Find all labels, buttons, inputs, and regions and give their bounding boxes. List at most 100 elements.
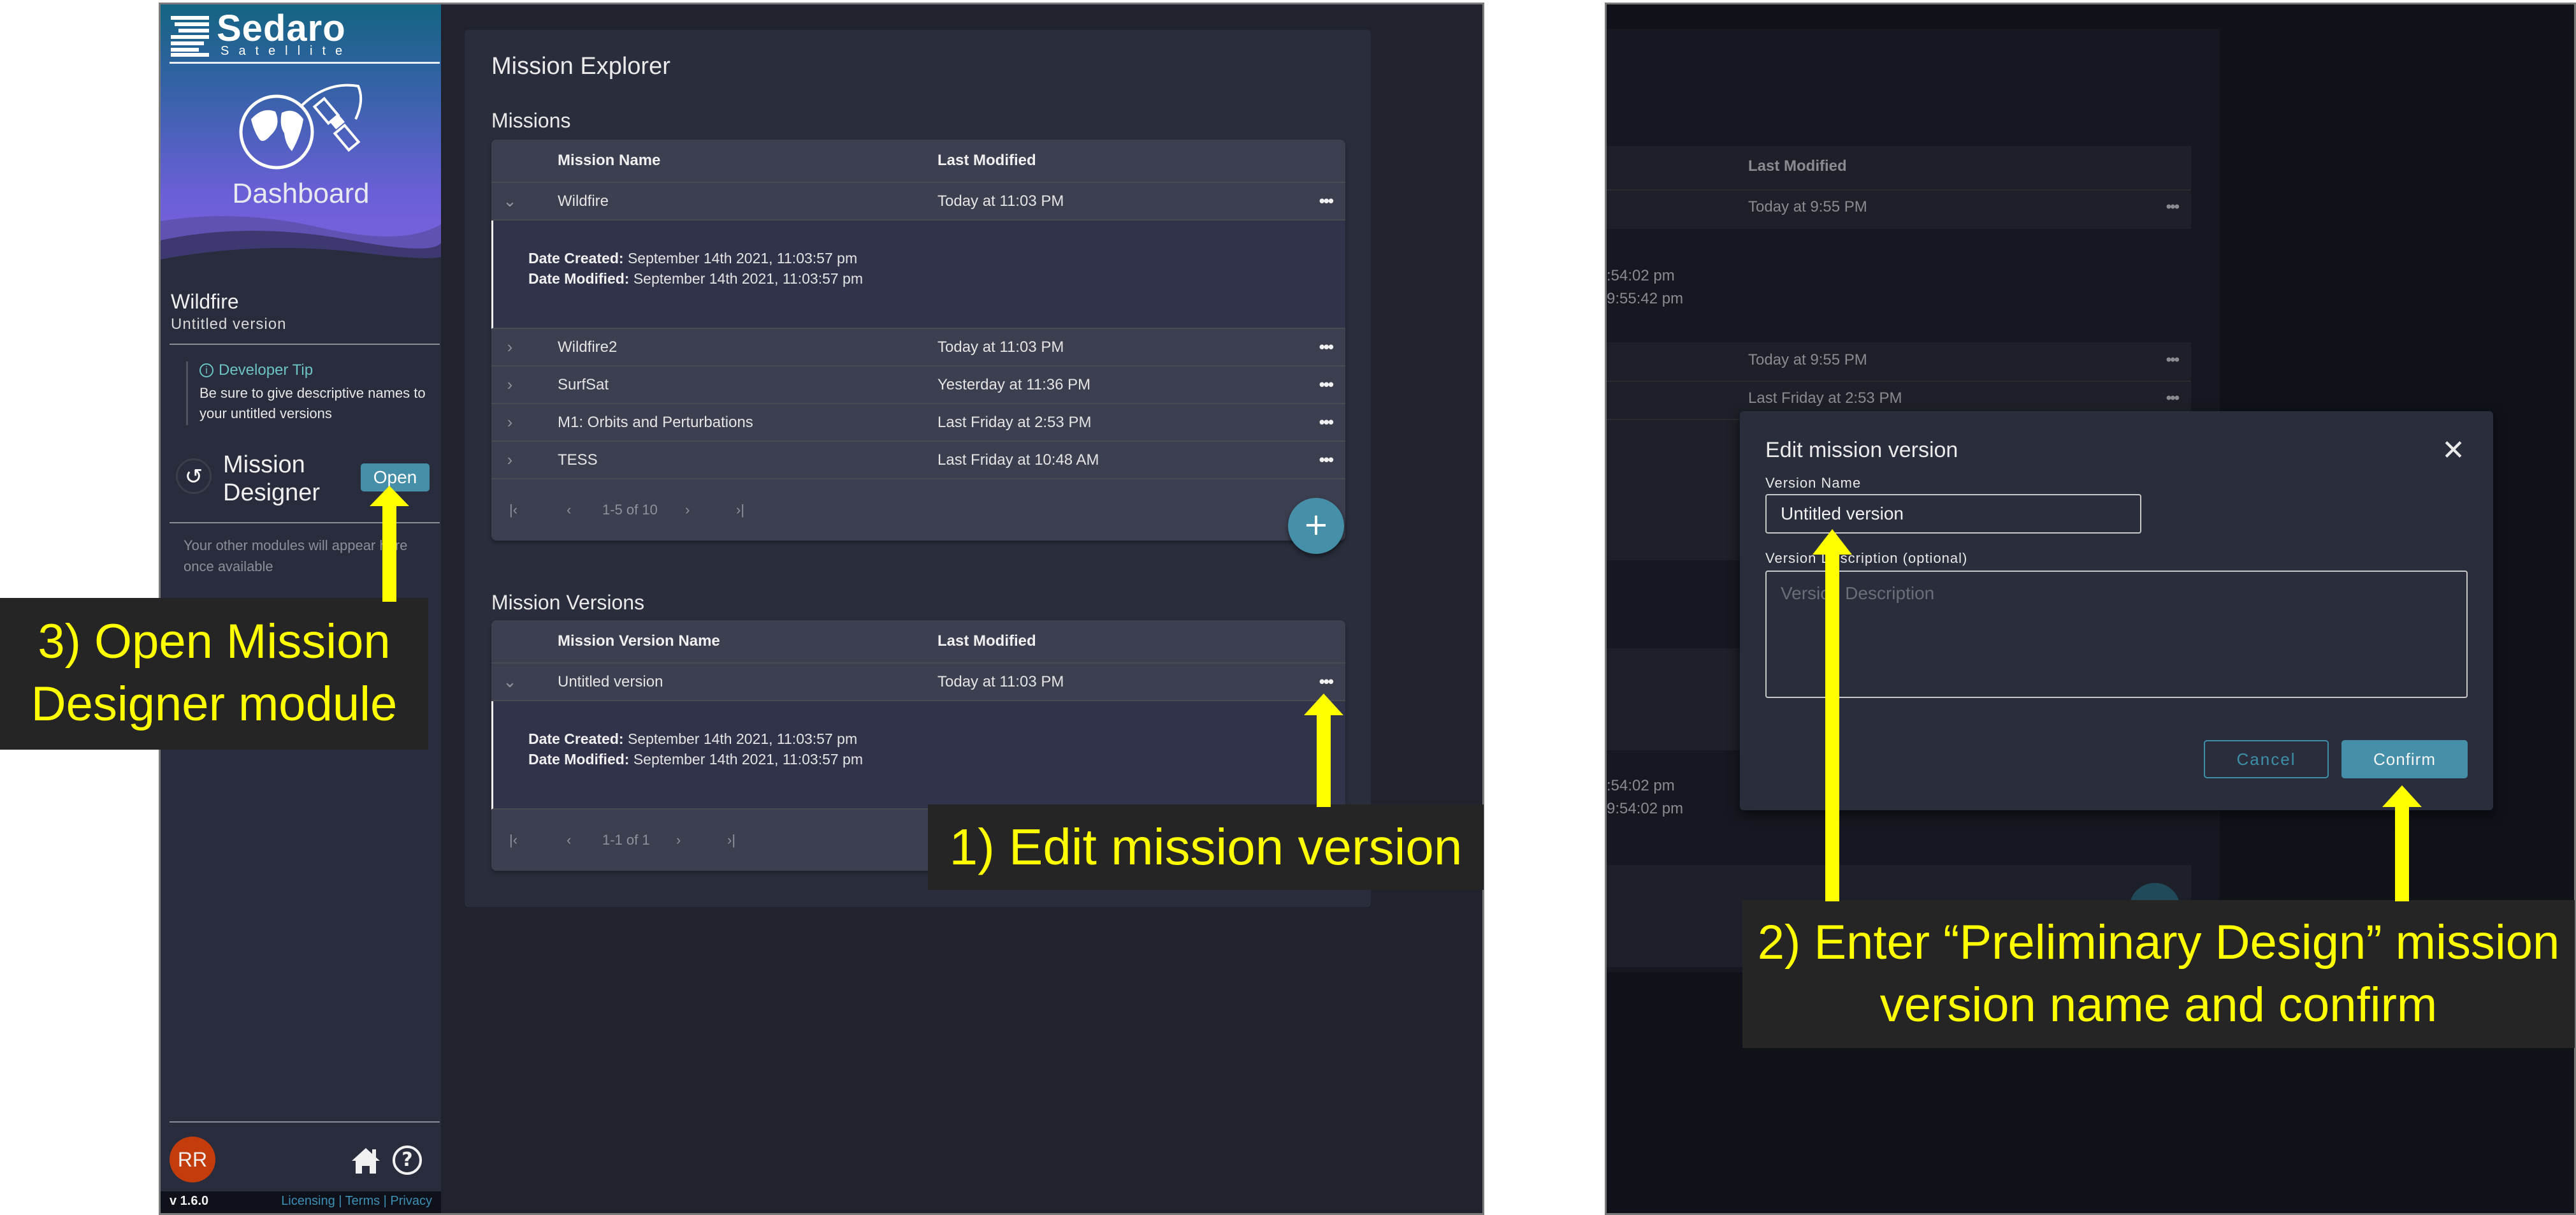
next-page-icon[interactable]: › [676, 832, 681, 848]
more-options-icon[interactable]: ••• [1319, 412, 1334, 432]
add-mission-button[interactable]: + [1288, 498, 1344, 554]
mission-explorer-card: Mission Explorer Missions Mission Name L… [465, 30, 1371, 907]
cancel-button[interactable]: Cancel [2204, 740, 2329, 778]
chevron-right-icon[interactable]: › [500, 337, 519, 357]
sedaro-logo: Sedaro Satellite [171, 8, 438, 62]
last-page-icon[interactable]: ›| [736, 502, 744, 518]
mission-name: SurfSat [558, 375, 609, 393]
sidebar-section-title: Dashboard [232, 178, 370, 209]
page-range: 1-5 of 10 [602, 502, 658, 518]
home-icon[interactable] [351, 1147, 381, 1175]
more-options-icon[interactable]: ••• [1319, 450, 1334, 470]
more-options-icon: ••• [2166, 389, 2180, 407]
dimmed-header: Last Modified [1607, 146, 2191, 191]
detail-line: :54:02 pm [1607, 267, 1675, 284]
developer-tip: i Developer Tip Be sure to give descript… [186, 361, 448, 425]
brand-name: Sedaro [217, 8, 346, 49]
terms-link[interactable]: Terms [345, 1194, 380, 1208]
previous-page-icon[interactable]: ‹ [567, 502, 571, 518]
column-header[interactable]: Mission Version Name [558, 632, 720, 650]
column-header[interactable]: Last Modified [937, 632, 1036, 650]
arrow-up-icon [370, 486, 409, 602]
close-icon[interactable]: ✕ [2442, 434, 2465, 467]
version-description-input[interactable] [1765, 571, 2468, 698]
page-title: Mission Explorer [491, 53, 670, 80]
missions-table: Mission Name Last Modified ⌄ Wildfire To… [491, 140, 1345, 541]
chevron-right-icon[interactable]: › [500, 412, 519, 432]
versions-heading: Mission Versions [491, 591, 645, 614]
mission-name: TESS [558, 451, 598, 469]
confirm-button[interactable]: Confirm [2341, 740, 2468, 778]
first-page-icon[interactable]: |‹ [509, 832, 517, 848]
previous-page-icon[interactable]: ‹ [567, 832, 571, 848]
annotation-text: Designer module [31, 677, 398, 731]
last-modified: Today at 11:03 PM [937, 338, 1064, 356]
row-details: Date Created: September 14th 2021, 11:03… [491, 701, 1345, 810]
restore-icon[interactable]: ↺ [176, 458, 212, 494]
dimmed-details: :54:02 pm 9:55:42 pm [1607, 229, 2191, 342]
table-row[interactable]: › SurfSat Yesterday at 11:36 PM ••• [491, 367, 1345, 404]
arrow-up-icon [2382, 785, 2422, 901]
last-modified: Today at 9:55 PM [1748, 198, 1867, 215]
chevron-down-icon[interactable]: ⌄ [500, 191, 519, 211]
table-row[interactable]: ⌄ Wildfire Today at 11:03 PM ••• [491, 183, 1345, 221]
last-modified: Last Friday at 2:53 PM [937, 413, 1092, 431]
column-header[interactable]: Mission Name [558, 152, 660, 170]
globe-satellite-icon [239, 84, 363, 170]
info-icon: i [199, 363, 213, 377]
column-header[interactable]: Last Modified [937, 152, 1036, 170]
project-version: Untitled version [171, 316, 287, 333]
brand-subtitle: Satellite [221, 44, 352, 58]
table-header: Mission Name Last Modified [491, 140, 1345, 183]
privacy-link[interactable]: Privacy [390, 1194, 432, 1208]
avatar[interactable]: RR [170, 1137, 215, 1182]
app-version: v 1.6.0 [170, 1194, 209, 1208]
project-name: Wildfire [171, 290, 239, 313]
annotation-text: version name and confirm [1879, 978, 2438, 1032]
annotation-step3: 3) Open Mission Designer module [0, 598, 428, 750]
table-row[interactable]: › Wildfire2 Today at 11:03 PM ••• [491, 329, 1345, 367]
module-name-line1: Mission [223, 451, 305, 478]
version-description-label: Version Description (optional) [1765, 550, 1968, 566]
detail-line: 9:54:02 pm [1607, 800, 1684, 817]
footer-links: Licensing | Terms | Privacy [281, 1194, 432, 1208]
more-options-icon: ••• [2166, 198, 2180, 215]
more-options-icon[interactable]: ••• [1319, 672, 1334, 692]
table-row[interactable]: › M1: Orbits and Perturbations Last Frid… [491, 404, 1345, 442]
mission-name: M1: Orbits and Perturbations [558, 413, 753, 431]
version-name-input[interactable] [1765, 494, 2141, 534]
date-modified: September 14th 2021, 11:03:57 pm [633, 270, 864, 287]
more-options-icon[interactable]: ••• [1319, 191, 1334, 211]
last-modified: Last Friday at 2:53 PM [1748, 389, 1902, 407]
help-circle-icon[interactable]: ? [393, 1146, 422, 1175]
arrow-up-icon [1813, 529, 1852, 901]
chevron-right-icon[interactable]: › [500, 375, 519, 395]
last-modified: Today at 11:03 PM [937, 192, 1064, 210]
column-header: Last Modified [1748, 157, 1847, 175]
chevron-down-icon[interactable]: ⌄ [500, 672, 519, 692]
last-modified: Today at 11:03 PM [937, 673, 1064, 690]
annotation-text: 2) Enter “Preliminary Design” mission [1757, 915, 2560, 970]
first-page-icon[interactable]: |‹ [509, 502, 517, 518]
date-created-label: Date Created: [528, 731, 624, 747]
row-details: Date Created: September 14th 2021, 11:03… [491, 221, 1345, 329]
licensing-link[interactable]: Licensing [281, 1194, 335, 1208]
sidebar-hero: Sedaro Satellite Dashboard [161, 4, 441, 272]
pagination: |‹ ‹ 1-5 of 10 › ›| [491, 479, 1345, 541]
last-modified: Today at 9:55 PM [1748, 351, 1867, 368]
table-row[interactable]: › TESS Last Friday at 10:48 AM ••• [491, 442, 1345, 479]
next-page-icon[interactable]: › [685, 502, 690, 518]
last-page-icon[interactable]: ›| [727, 832, 735, 848]
mission-name: Wildfire [558, 192, 609, 210]
dimmed-row: Today at 9:55 PM ••• [1607, 342, 2191, 382]
waves-decoration [161, 216, 441, 272]
more-options-icon[interactable]: ••• [1319, 375, 1334, 395]
table-row[interactable]: ⌄ Untitled version Today at 11:03 PM ••• [491, 664, 1345, 701]
detail-line: 9:55:42 pm [1607, 290, 1684, 307]
arrow-up-icon [1304, 694, 1343, 807]
date-modified: September 14th 2021, 11:03:57 pm [633, 751, 864, 768]
annotation-text: 3) Open Mission [38, 615, 391, 669]
more-options-icon[interactable]: ••• [1319, 337, 1334, 357]
annotation-step1: 1) Edit mission version [928, 804, 1484, 890]
chevron-right-icon[interactable]: › [500, 450, 519, 470]
